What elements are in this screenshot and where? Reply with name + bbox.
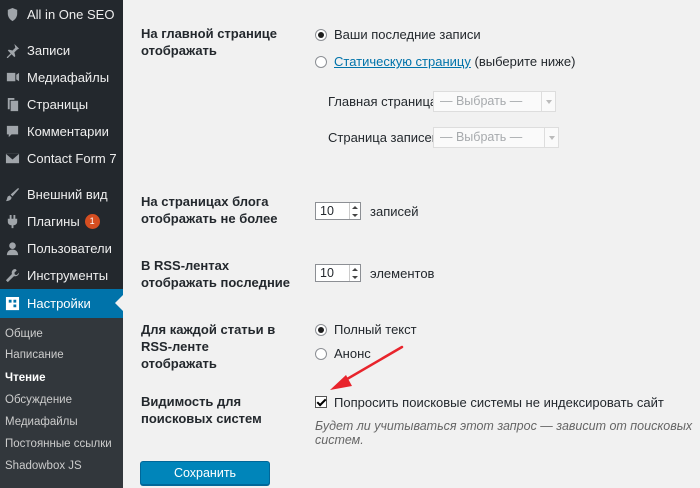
radio-latest-posts[interactable] <box>315 29 327 41</box>
update-count-badge: 1 <box>84 214 100 229</box>
media-icon <box>4 70 20 86</box>
comment-icon <box>4 124 20 140</box>
submenu-item-discussion[interactable]: Обсуждение <box>5 394 72 406</box>
static-page-link[interactable]: Статическую страницу <box>334 54 471 69</box>
submenu-item-permalinks[interactable]: Постоянные ссылки <box>5 438 112 450</box>
posts-per-page-input[interactable]: 10 <box>315 202 361 220</box>
mail-icon <box>4 151 20 167</box>
menu-item-label: All in One SEO <box>27 7 115 22</box>
rss-items-input[interactable]: 10 <box>315 264 361 282</box>
radio-summary[interactable] <box>315 348 327 360</box>
discourage-indexing-label: Попросить поисковые системы не индексиро… <box>334 395 664 410</box>
radio-full-text[interactable] <box>315 324 327 336</box>
chevron-down-icon <box>541 92 555 111</box>
settings-icon <box>4 296 20 312</box>
menu-item-label: Записи <box>27 43 71 58</box>
front-page-label: На главной странице отображать <box>141 26 278 58</box>
users-icon <box>4 241 20 257</box>
menu-item-plugins[interactable]: Плагины 1 <box>0 208 123 235</box>
rss-content-label: Для каждой статьи в RSS-ленте отображать <box>141 322 276 371</box>
submenu-item-writing[interactable]: Написание <box>5 349 64 361</box>
menu-item-label: Инструменты <box>27 268 109 283</box>
menu-item-contact-form[interactable]: Contact Form 7 <box>0 145 123 172</box>
full-text-label: Полный текст <box>334 322 417 337</box>
plugin-icon <box>4 214 20 230</box>
posts-per-page-label: На страницах блога отображать не более <box>141 194 278 226</box>
chevron-down-icon <box>544 128 558 147</box>
menu-item-comments[interactable]: Комментарии <box>0 118 123 145</box>
submenu-item-media[interactable]: Медиафайлы <box>5 416 78 428</box>
menu-item-label: Комментарии <box>27 124 109 139</box>
seo-icon <box>4 7 20 23</box>
posts-page-select-label: Страница записей: <box>328 130 443 145</box>
menu-item-settings[interactable]: Настройки <box>0 289 123 318</box>
visibility-description: Будет ли учитываться этот запрос — завис… <box>315 419 693 447</box>
menu-item-label: Плагины <box>27 214 80 229</box>
static-page-option: Статическую страницу (выберите ниже) <box>334 54 575 69</box>
menu-item-pages[interactable]: Страницы <box>0 91 123 118</box>
static-page-suffix: (выберите ниже) <box>474 54 576 69</box>
menu-item-posts[interactable]: Записи <box>0 37 123 64</box>
summary-label: Анонс <box>334 346 371 361</box>
menu-item-label: Настройки <box>27 296 91 311</box>
number-spinner[interactable] <box>349 203 360 219</box>
menu-item-label: Страницы <box>27 97 89 112</box>
menu-item-appearance[interactable]: Внешний вид <box>0 181 123 208</box>
menu-item-users[interactable]: Пользователи <box>0 235 123 262</box>
save-changes-button[interactable]: Сохранить изменения <box>140 461 270 485</box>
submenu-item-general[interactable]: Общие <box>5 328 43 340</box>
discourage-indexing-checkbox[interactable] <box>315 396 327 408</box>
number-spinner[interactable] <box>349 265 360 281</box>
visibility-label: Видимость для поисковых систем <box>141 394 262 426</box>
radio-static-page[interactable] <box>315 56 327 68</box>
front-page-select-label: Главная страница: <box>328 94 441 109</box>
pin-icon <box>4 43 20 59</box>
wrench-icon <box>4 268 20 284</box>
posts-per-page-unit: записей <box>370 204 419 219</box>
brush-icon <box>4 187 20 203</box>
posts-page-select[interactable]: — Выбрать — <box>433 127 559 148</box>
menu-item-label: Пользователи <box>27 241 112 256</box>
menu-item-label: Медиафайлы <box>27 70 110 85</box>
menu-item-media[interactable]: Медиафайлы <box>0 64 123 91</box>
rss-items-label: В RSS-лентах отображать последние <box>141 258 291 290</box>
menu-item-all-in-one-seo[interactable]: All in One SEO <box>0 1 123 28</box>
latest-posts-label: Ваши последние записи <box>334 27 481 42</box>
menu-item-tools[interactable]: Инструменты <box>0 262 123 289</box>
pages-icon <box>4 97 20 113</box>
menu-item-label: Внешний вид <box>27 187 108 202</box>
front-page-select[interactable]: — Выбрать — <box>433 91 556 112</box>
submenu-item-reading[interactable]: Чтение <box>5 372 46 384</box>
reading-settings-form: На главной странице отображать Ваши посл… <box>123 0 700 488</box>
menu-item-label: Contact Form 7 <box>27 151 117 166</box>
settings-submenu: Общие Написание Чтение Обсуждение Медиаф… <box>0 318 123 488</box>
admin-sidebar: All in One SEO Записи Медиафайлы Страниц… <box>0 0 123 488</box>
rss-items-unit: элементов <box>370 266 435 281</box>
submenu-item-shadowbox[interactable]: Shadowbox JS <box>5 460 82 472</box>
